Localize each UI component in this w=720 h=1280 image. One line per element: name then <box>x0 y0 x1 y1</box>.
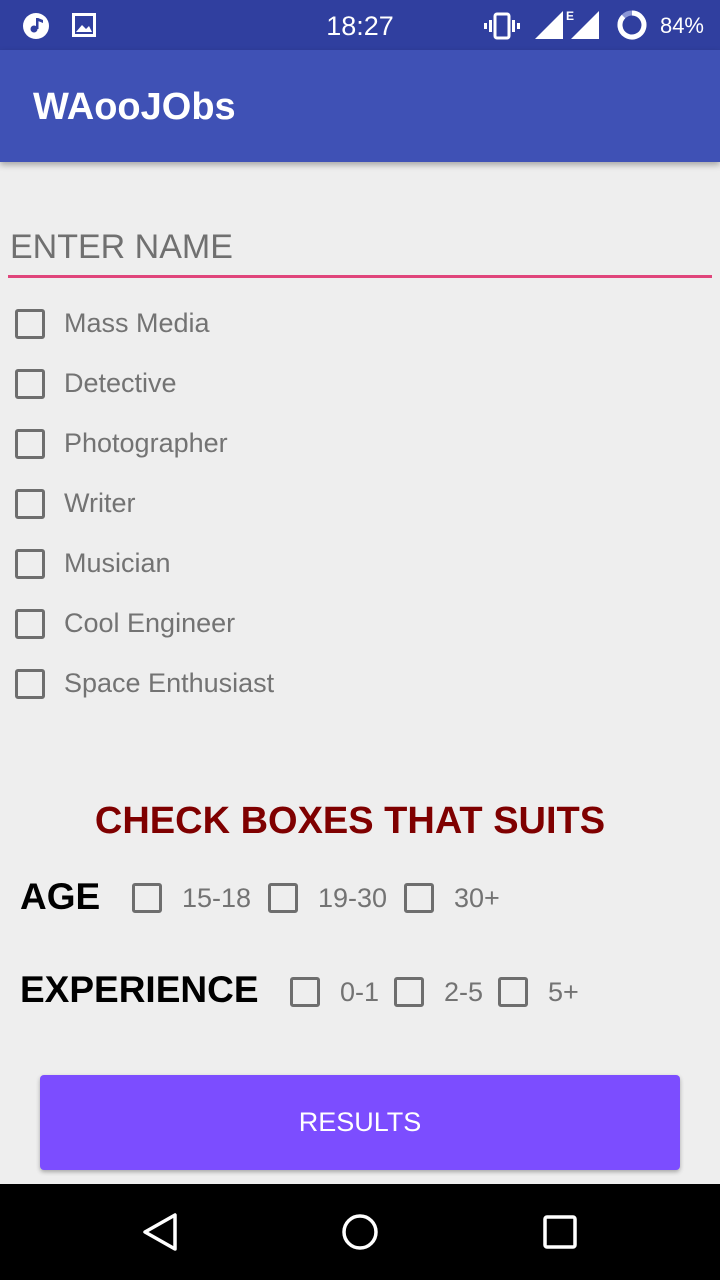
name-input[interactable] <box>8 220 712 278</box>
back-icon[interactable] <box>135 1212 185 1252</box>
checkbox-exp-0-1[interactable]: 0-1 <box>290 974 386 1014</box>
checkbox-photographer[interactable]: Photographer <box>0 420 720 470</box>
experience-label: EXPERIENCE <box>20 969 259 1010</box>
checkbox-label: 19-30 <box>318 883 388 913</box>
clock: 18:27 <box>326 11 394 41</box>
checkbox-writer[interactable]: Writer <box>0 480 720 530</box>
checkbox-label: Cool Engineer <box>64 608 236 638</box>
age-label: AGE <box>20 876 101 917</box>
checkbox-box[interactable] <box>15 369 45 399</box>
battery-icon <box>617 10 647 40</box>
checkbox-label: Musician <box>64 548 171 578</box>
checkbox-box[interactable] <box>290 977 320 1007</box>
checkbox-box[interactable] <box>15 429 45 459</box>
app-bar: WAooJObs <box>0 50 720 162</box>
checkbox-box[interactable] <box>15 549 45 579</box>
checkbox-label: Detective <box>64 368 177 398</box>
checkbox-detective[interactable]: Detective <box>0 360 720 410</box>
checkbox-label: 15-18 <box>182 883 252 913</box>
battery-percent: 84% <box>659 13 704 38</box>
checkbox-age-19-30[interactable]: 19-30 <box>268 880 394 920</box>
navigation-bar <box>0 1184 720 1280</box>
app-title: WAooJObs <box>33 86 236 128</box>
results-button[interactable]: RESULTS <box>40 1075 680 1170</box>
home-icon[interactable] <box>335 1212 385 1252</box>
checkbox-box[interactable] <box>394 977 424 1007</box>
checkbox-age-30-plus[interactable]: 30+ <box>404 880 504 920</box>
checkbox-exp-2-5[interactable]: 2-5 <box>394 974 490 1014</box>
checkbox-musician[interactable]: Musician <box>0 540 720 590</box>
checkbox-space-enthusiast[interactable]: Space Enthusiast <box>0 660 720 710</box>
checkbox-label: 2-5 <box>444 977 484 1007</box>
checkbox-box[interactable] <box>15 309 45 339</box>
checkbox-box[interactable] <box>15 489 45 519</box>
checkbox-label: Mass Media <box>64 308 210 338</box>
checkbox-box[interactable] <box>498 977 528 1007</box>
checkbox-cool-engineer[interactable]: Cool Engineer <box>0 600 720 650</box>
checkbox-label: 0-1 <box>340 977 380 1007</box>
checkbox-box[interactable] <box>268 883 298 913</box>
network-type-label: E <box>566 9 575 23</box>
status-bar: 18:27 E 84% <box>0 0 720 50</box>
section-heading: CHECK BOXES THAT SUITS <box>94 800 606 842</box>
checkbox-box[interactable] <box>404 883 434 913</box>
checkbox-box[interactable] <box>15 609 45 639</box>
checkbox-label: Space Enthusiast <box>64 668 275 698</box>
vibrate-icon <box>484 12 520 40</box>
checkbox-label: 5+ <box>548 977 579 1007</box>
checkbox-label: Writer <box>64 488 136 518</box>
checkbox-exp-5-plus[interactable]: 5+ <box>498 974 588 1014</box>
checkbox-mass-media[interactable]: Mass Media <box>0 300 720 350</box>
checkbox-age-15-18[interactable]: 15-18 <box>132 880 258 920</box>
checkbox-label: Photographer <box>64 428 228 458</box>
checkbox-box[interactable] <box>132 883 162 913</box>
recents-icon[interactable] <box>535 1212 585 1252</box>
checkbox-label: 30+ <box>454 883 500 913</box>
checkbox-box[interactable] <box>15 669 45 699</box>
